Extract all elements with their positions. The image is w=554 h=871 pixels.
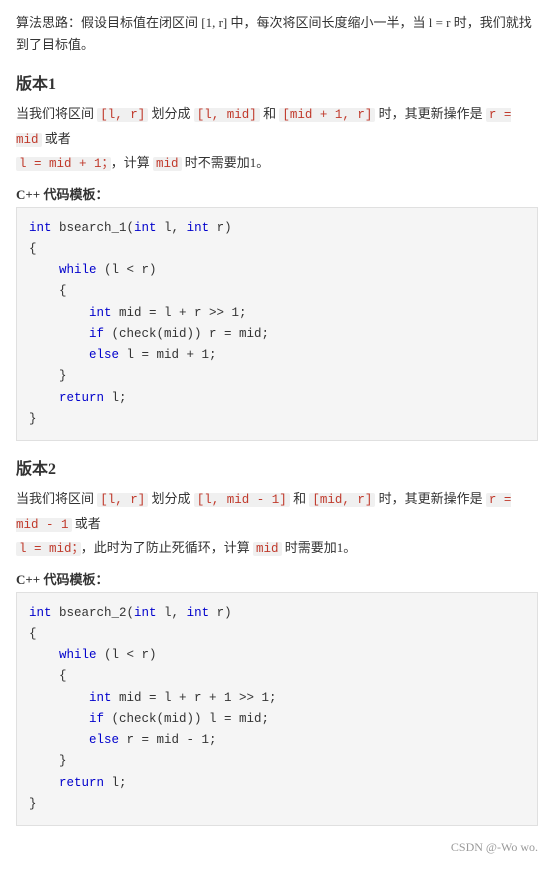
version1-code-label: C++ 代码模板： (16, 184, 538, 203)
version1-desc: 当我们将区间 [l, r] 划分成 [l, mid] 和 [mid + 1, r… (16, 102, 538, 176)
version1-code-block: int bsearch_1(int l, int r) { while (l <… (16, 207, 538, 442)
version2-code-label: C++ 代码模板： (16, 569, 538, 588)
version2-section: 版本2 当我们将区间 [l, r] 划分成 [l, mid - 1] 和 [mi… (16, 455, 538, 826)
version1-section: 版本1 当我们将区间 [l, r] 划分成 [l, mid] 和 [mid + … (16, 70, 538, 441)
intro-text: 算法思路：假设目标值在闭区间 [1, r] 中，每次将区间长度缩小一半，当 l … (16, 12, 538, 56)
version2-code-block: int bsearch_2(int l, int r) { while (l <… (16, 592, 538, 827)
version2-title: 版本2 (16, 455, 538, 479)
version1-title: 版本1 (16, 70, 538, 94)
version2-desc: 当我们将区间 [l, r] 划分成 [l, mid - 1] 和 [mid, r… (16, 487, 538, 561)
footer-text: CSDN @-Wo wo. (16, 840, 538, 855)
